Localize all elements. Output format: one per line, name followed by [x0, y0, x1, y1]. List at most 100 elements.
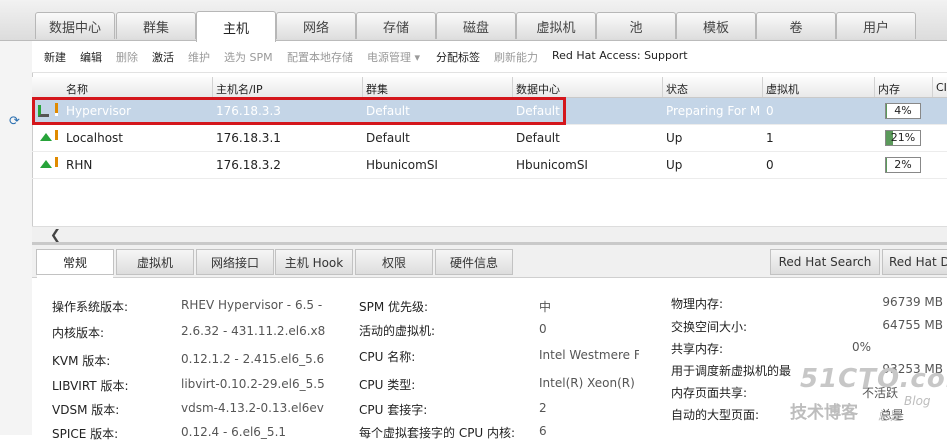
host-name: Hypervisor — [66, 104, 132, 118]
table-row[interactable]: RHN 176.18.3.2 HbunicomSI HbunicomSI Up … — [32, 152, 947, 179]
vdsm-version-value: vdsm-4.13.2-0.13.el6ev — [181, 401, 324, 415]
main-tab-bar: 数据中心 群集 主机 网络 存储 磁盘 虚拟机 池 模板 卷 用户 — [0, 0, 947, 42]
scroll-left-arrow-icon[interactable]: ❮ — [50, 228, 61, 243]
subtab-general[interactable]: 常规 — [36, 249, 114, 279]
cores-per-socket-value: 6 — [539, 424, 547, 438]
spice-version-label: SPICE 版本: — [52, 427, 119, 441]
cpu-sockets-label: CPU 套接字: — [359, 403, 428, 417]
tab-datacenter[interactable]: 数据中心 — [35, 12, 115, 39]
assign-tags-button[interactable]: 分配标签 — [436, 49, 480, 65]
host-up-icon — [40, 133, 52, 141]
kernel-version-value: 2.6.32 - 431.11.2.el6.x86 — [181, 324, 325, 338]
physical-memory-label: 物理内存: — [671, 297, 724, 311]
memory-usage-bar: 21% — [885, 130, 921, 146]
shared-memory-label: 共享内存: — [671, 342, 724, 356]
select-spm-button[interactable]: 选为 SPM — [224, 49, 273, 65]
col-divider — [212, 77, 213, 97]
col-vms[interactable]: 虚拟机 — [766, 81, 799, 97]
tab-pools[interactable]: 池 — [596, 12, 676, 39]
active-vms-value: 0 — [539, 322, 547, 336]
col-name[interactable]: 名称 — [66, 81, 88, 97]
tab-volumes[interactable]: 卷 — [756, 12, 836, 39]
redhat-docs-tab[interactable]: Red Hat D — [882, 249, 947, 275]
configure-local-storage-button[interactable]: 配置本地存储 — [287, 49, 353, 65]
tab-hosts[interactable]: 主机 — [196, 11, 276, 42]
tab-users[interactable]: 用户 — [836, 12, 916, 39]
swap-size-value: 64755 MB — [882, 318, 943, 332]
tab-disks[interactable]: 磁盘 — [436, 12, 516, 39]
kernel-version-label: 内核版本: — [52, 326, 105, 340]
active-vms-label: 活动的虚拟机: — [359, 324, 436, 338]
spm-priority-label: SPM 优先级: — [359, 300, 429, 314]
maintenance-status-icon — [38, 105, 49, 117]
subtab-hardware-info[interactable]: 硬件信息 — [435, 249, 513, 275]
redhat-search-tab[interactable]: Red Hat Search — [770, 249, 880, 275]
col-cluster[interactable]: 群集 — [366, 81, 388, 97]
col-divider — [874, 77, 875, 97]
host-ip: 176.18.3.2 — [216, 158, 281, 172]
col-divider — [662, 77, 663, 97]
col-datacenter[interactable]: 数据中心 — [516, 81, 560, 97]
edit-button[interactable]: 编辑 — [80, 49, 102, 65]
subtab-host-hooks[interactable]: 主机 Hook — [275, 249, 353, 275]
col-hostname-ip[interactable]: 主机名/IP — [216, 81, 263, 97]
horizontal-scrollbar[interactable]: ❮ — [32, 226, 947, 243]
host-status: Preparing For M — [666, 104, 761, 118]
refresh-icon[interactable]: ⟳ — [9, 114, 20, 129]
cpu-name-value: Intel Westmere F — [539, 348, 639, 362]
col-divider — [362, 77, 363, 97]
redhat-access-support-button[interactable]: Red Hat Access: Support — [552, 49, 688, 62]
alert-icon — [55, 130, 58, 143]
cpu-name-label: CPU 名称: — [359, 350, 416, 364]
col-memory[interactable]: 内存 — [878, 81, 900, 97]
tab-cluster[interactable]: 群集 — [116, 12, 196, 39]
swap-size-label: 交换空间大小: — [671, 320, 748, 334]
remove-button[interactable]: 删除 — [116, 49, 138, 65]
host-status: Up — [666, 131, 683, 145]
table-row[interactable]: Hypervisor 176.18.3.3 Default Default Pr… — [32, 98, 947, 125]
tab-storage[interactable]: 存储 — [356, 12, 436, 39]
os-version-value: RHEV Hypervisor - 6.5 - — [181, 298, 323, 312]
vdsm-version-label: VDSM 版本: — [52, 403, 120, 417]
action-toolbar: 新建 编辑 删除 激活 维护 选为 SPM 配置本地存储 电源管理 ▾ 分配标签… — [32, 41, 947, 73]
activate-button[interactable]: 激活 — [152, 49, 174, 65]
col-divider — [932, 77, 933, 97]
host-cluster: Default — [366, 104, 410, 118]
memory-page-sharing-label: 内存页面共享: — [671, 386, 748, 400]
col-divider — [512, 77, 513, 97]
subtab-vms[interactable]: 虚拟机 — [116, 249, 194, 275]
cpu-type-label: CPU 类型: — [359, 378, 416, 392]
memory-usage-text: 4% — [894, 104, 912, 117]
refresh-capabilities-button[interactable]: 刷新能力 — [494, 49, 538, 65]
auto-large-pages-label: 自动的大型页面: — [671, 408, 760, 422]
new-button[interactable]: 新建 — [44, 49, 66, 65]
host-cluster: HbunicomSI — [366, 158, 438, 172]
host-name: Localhost — [66, 131, 124, 145]
col-status[interactable]: 状态 — [666, 81, 688, 97]
host-datacenter: HbunicomSI — [516, 158, 588, 172]
libvirt-version-label: LIBVIRT 版本: — [52, 379, 129, 393]
memory-usage-text: 2% — [894, 158, 912, 171]
watermark-blog: Blog — [904, 394, 931, 408]
detail-tab-bar: 常规 虚拟机 网络接口 主机 Hook 权限 硬件信息 Red Hat Sear… — [32, 245, 947, 279]
subtab-network-interfaces[interactable]: 网络接口 — [196, 249, 274, 275]
alert-icon — [55, 103, 58, 116]
watermark-logo-text: 51CTO.com — [800, 364, 947, 394]
alert-icon — [55, 157, 58, 170]
subtab-permissions[interactable]: 权限 — [355, 249, 433, 275]
power-management-menu[interactable]: 电源管理 ▾ — [367, 49, 420, 65]
tab-templates[interactable]: 模板 — [676, 12, 756, 39]
table-row[interactable]: Localhost 176.18.3.1 Default Default Up … — [32, 125, 947, 152]
host-datacenter: Default — [516, 131, 560, 145]
left-panel: ⟳ — [0, 41, 33, 435]
tab-network[interactable]: 网络 — [276, 12, 356, 39]
cores-per-socket-label: 每个虚拟套接字的 CPU 内核: — [359, 426, 516, 440]
tab-vms[interactable]: 虚拟机 — [516, 12, 596, 39]
col-cpu[interactable]: CI — [936, 81, 947, 94]
site-watermark: 51CTO.com 技术博客 Blog 总是 — [786, 362, 947, 435]
maintenance-button[interactable]: 维护 — [188, 49, 210, 65]
host-vm-count: 0 — [766, 104, 774, 118]
libvirt-version-value: libvirt-0.10.2-29.el6_5.5 — [181, 377, 325, 391]
host-vm-count: 0 — [766, 158, 774, 172]
watermark-subtitle: 技术博客 — [790, 403, 858, 423]
